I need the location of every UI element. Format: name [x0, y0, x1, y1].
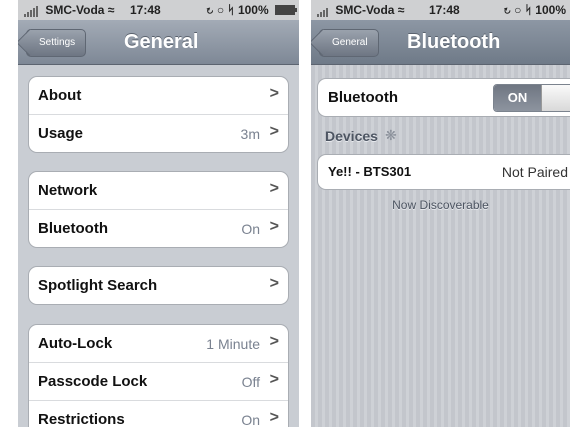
settings-group-1: About > Usage 3m > [28, 76, 289, 153]
settings-group-2: Network > Bluetooth On > [28, 171, 289, 248]
nav-bar: General Bluetooth [311, 20, 570, 65]
lock-rotation-icon: ↻ [503, 3, 511, 17]
alarm-icon: ○ [216, 3, 225, 17]
general-back-button[interactable]: General [319, 29, 379, 57]
status-time: 17:48 [130, 3, 161, 17]
settings-row-usage[interactable]: Usage 3m > [29, 114, 288, 152]
settings-group-3: Spotlight Search > [28, 266, 289, 305]
carrier-label: SMC-Voda [45, 3, 105, 17]
bluetooth-screen: SMC-Voda ≈ 17:48 ↻ ○ ᛋ 100% General Blue… [311, 0, 570, 427]
settings-row-passcode-lock[interactable]: Passcode Lock Off > [29, 362, 288, 400]
bluetooth-icon: ᛋ [227, 3, 235, 17]
bluetooth-label: Bluetooth [328, 89, 398, 106]
carrier-label: SMC-Voda [335, 3, 395, 17]
page-title: Bluetooth [407, 31, 501, 53]
device-status: Not Paired [501, 164, 568, 180]
chevron-right-icon: > [269, 409, 279, 426]
wifi-icon: ≈ [107, 3, 115, 17]
wifi-icon: ≈ [397, 3, 405, 17]
toggle-on-label: ON [494, 85, 541, 111]
battery-icon [275, 5, 297, 15]
chevron-right-icon: > [269, 180, 279, 197]
status-bar: SMC-Voda ≈ 17:48 ↻ ○ ᛋ 100% [18, 0, 299, 20]
settings-back-button[interactable]: Settings [26, 29, 87, 57]
settings-group-4: Auto-Lock 1 Minute > Passcode Lock Off >… [28, 324, 289, 427]
signal-icon [24, 3, 39, 17]
chevron-right-icon: > [269, 123, 279, 140]
settings-row-bluetooth[interactable]: Bluetooth On > [29, 209, 288, 247]
bluetooth-toggle[interactable]: ON [493, 84, 570, 112]
discoverable-status: Now Discoverable [392, 198, 489, 212]
toggle-knob [541, 85, 570, 111]
bluetooth-icon: ᛋ [524, 3, 532, 17]
nav-bar: Settings General [18, 20, 299, 65]
device-row[interactable]: Ye!! - BTS301 Not Paired [317, 154, 570, 190]
settings-row-about[interactable]: About > [29, 77, 288, 114]
chevron-right-icon: > [269, 275, 279, 292]
bluetooth-toggle-row: Bluetooth ON [317, 78, 570, 117]
lock-rotation-icon: ↻ [206, 3, 214, 17]
page-title: General [124, 31, 199, 53]
signal-icon [317, 3, 329, 17]
devices-header: Devices [325, 128, 378, 144]
chevron-right-icon: > [269, 333, 279, 350]
status-time: 17:48 [429, 3, 460, 17]
battery-percent: 100% [535, 3, 566, 17]
device-name: Ye!! - BTS301 [328, 164, 412, 179]
settings-row-network[interactable]: Network > [29, 172, 288, 209]
settings-row-spotlight-search[interactable]: Spotlight Search > [29, 267, 288, 304]
alarm-icon: ○ [514, 3, 522, 17]
general-screen: SMC-Voda ≈ 17:48 ↻ ○ ᛋ 100% Settings Gen… [18, 0, 299, 427]
chevron-right-icon: > [269, 85, 279, 102]
settings-row-restrictions[interactable]: Restrictions On > [29, 400, 288, 427]
chevron-right-icon: > [269, 218, 279, 235]
chevron-right-icon: > [269, 371, 279, 388]
status-bar: SMC-Voda ≈ 17:48 ↻ ○ ᛋ 100% [311, 0, 570, 20]
settings-row-auto-lock[interactable]: Auto-Lock 1 Minute > [29, 325, 288, 362]
battery-percent: 100% [237, 3, 269, 17]
spinner-icon: ❋ [385, 127, 397, 143]
